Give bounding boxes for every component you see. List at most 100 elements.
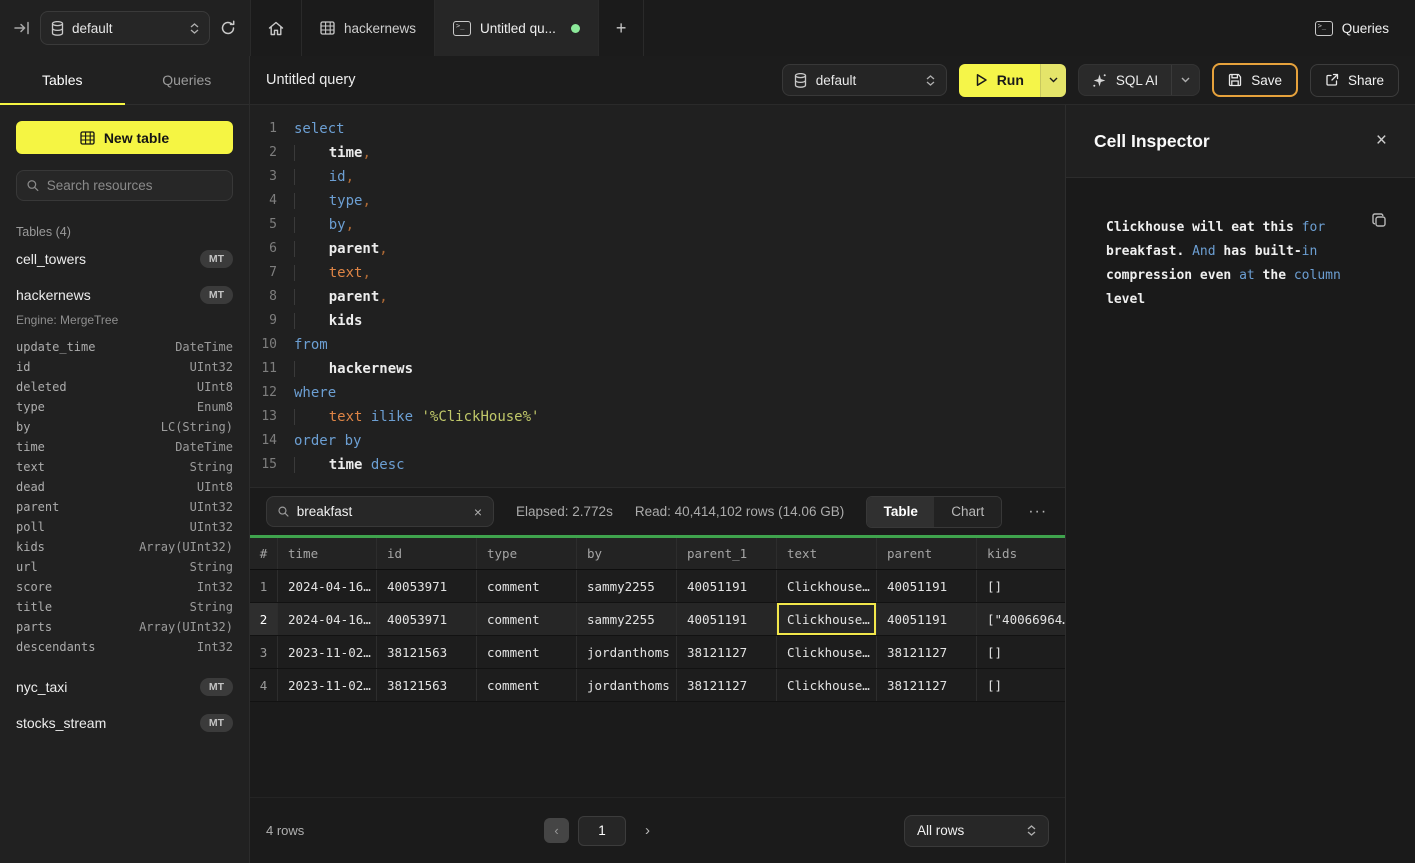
table-cell[interactable]: 40053971 (377, 603, 477, 635)
sidebar-tab-tables[interactable]: Tables (0, 56, 125, 105)
column-header[interactable]: by (577, 538, 677, 569)
line-number: 2 (250, 141, 294, 165)
page-size-selector[interactable]: All rows (904, 815, 1049, 847)
prev-page-icon[interactable]: ‹ (544, 818, 569, 843)
column-row: byLC(String) (16, 417, 233, 437)
column-header[interactable]: # (250, 538, 278, 569)
table-cell[interactable]: Clickhouse… (777, 603, 877, 635)
column-header[interactable]: kids (977, 538, 1065, 569)
column-row: scoreInt32 (16, 577, 233, 597)
sidebar-search[interactable] (16, 170, 233, 201)
more-options-icon[interactable]: ··· (1024, 503, 1051, 521)
refresh-icon[interactable] (220, 20, 236, 36)
table-cell[interactable]: [] (977, 669, 1065, 701)
column-header[interactable]: time (278, 538, 377, 569)
table-cell[interactable]: [] (977, 636, 1065, 668)
column-header[interactable]: type (477, 538, 577, 569)
table-cell[interactable]: 38121563 (377, 669, 477, 701)
table-cell[interactable]: 38121127 (877, 636, 977, 668)
new-tab-button[interactable]: + (599, 0, 645, 56)
table-cell[interactable]: comment (477, 570, 577, 602)
table-cell[interactable]: 40051191 (677, 603, 777, 635)
next-page-icon[interactable]: › (645, 822, 650, 839)
table-cell[interactable]: 38121127 (677, 636, 777, 668)
tab-untitled-query[interactable]: Untitled qu... (435, 0, 599, 56)
row-number[interactable]: 1 (250, 570, 278, 602)
code-text: hackernews (294, 357, 413, 381)
column-name: text (16, 460, 45, 474)
column-name: type (16, 400, 45, 414)
save-button[interactable]: Save (1212, 63, 1298, 97)
table-cell[interactable]: Clickhouse… (777, 570, 877, 602)
sidebar-table-item[interactable]: hackernewsMT (16, 278, 233, 311)
table-cell[interactable]: comment (477, 603, 577, 635)
column-header[interactable]: parent (877, 538, 977, 569)
run-button[interactable]: Run (959, 64, 1040, 97)
table-cell[interactable]: comment (477, 636, 577, 668)
table-cell[interactable]: 40051191 (677, 570, 777, 602)
sidebar-table-item[interactable]: cell_towersMT (16, 242, 233, 275)
table-cell[interactable]: sammy2255 (577, 570, 677, 602)
tab-home[interactable] (250, 0, 302, 56)
line-number: 8 (250, 285, 294, 309)
table-cell[interactable]: jordanthoms (577, 669, 677, 701)
sidebar-search-input[interactable] (47, 178, 222, 193)
table-cell[interactable]: ["40066964… (977, 603, 1065, 635)
table-cell[interactable]: 2024-04-16… (278, 603, 377, 635)
tab-hackernews[interactable]: hackernews (302, 0, 435, 56)
table-cell[interactable]: 38121127 (677, 669, 777, 701)
sql-ai-button[interactable]: SQL AI (1079, 73, 1171, 88)
column-header[interactable]: text (777, 538, 877, 569)
table-cell[interactable]: 2023-11-02… (278, 636, 377, 668)
sql-editor[interactable]: 1select2 time,3 id,4 type,5 by,6 parent,… (250, 105, 1065, 488)
new-table-button[interactable]: New table (16, 121, 233, 154)
copy-icon[interactable] (1371, 212, 1387, 228)
table-cell[interactable]: 40051191 (877, 603, 977, 635)
plus-icon: + (616, 18, 627, 39)
row-number[interactable]: 3 (250, 636, 278, 668)
column-header[interactable]: id (377, 538, 477, 569)
queries-button[interactable]: Queries (1289, 0, 1415, 56)
sidebar-table-item[interactable]: stocks_streamMT (16, 706, 233, 739)
sidebar-tab-queries[interactable]: Queries (125, 56, 250, 105)
run-options-button[interactable] (1040, 64, 1066, 97)
table-cell[interactable]: 38121563 (377, 636, 477, 668)
editor-line: 6 parent, (250, 237, 1065, 261)
code-text: where (294, 381, 336, 405)
column-header[interactable]: parent_1 (677, 538, 777, 569)
line-number: 3 (250, 165, 294, 189)
clear-search-icon[interactable]: × (474, 504, 482, 520)
view-tab-chart[interactable]: Chart (934, 497, 1001, 527)
table-cell[interactable]: sammy2255 (577, 603, 677, 635)
table-cell[interactable]: 40053971 (377, 570, 477, 602)
table-cell[interactable]: Clickhouse… (777, 636, 877, 668)
results-search[interactable]: × (266, 496, 494, 527)
column-row: kidsArray(UInt32) (16, 537, 233, 557)
table-cell[interactable]: [] (977, 570, 1065, 602)
page-number-input[interactable]: 1 (578, 816, 626, 846)
sql-ai-options-button[interactable] (1171, 65, 1199, 95)
table-cell[interactable]: 40051191 (877, 570, 977, 602)
table-cell[interactable]: Clickhouse… (777, 669, 877, 701)
table-cell[interactable]: 2023-11-02… (278, 669, 377, 701)
home-icon (268, 21, 284, 36)
indent-guide (294, 313, 329, 329)
results-search-input[interactable] (297, 504, 466, 519)
save-label: Save (1251, 73, 1282, 88)
close-icon[interactable]: × (1376, 130, 1387, 152)
database-selector[interactable]: default (40, 11, 210, 45)
sidebar-table-item[interactable]: nyc_taxiMT (16, 670, 233, 703)
table-cell[interactable]: 2024-04-16… (278, 570, 377, 602)
sql-ai-button-group: SQL AI (1078, 64, 1200, 96)
table-cell[interactable]: jordanthoms (577, 636, 677, 668)
row-number[interactable]: 2 (250, 603, 278, 635)
table-cell[interactable]: comment (477, 669, 577, 701)
table-cell[interactable]: 38121127 (877, 669, 977, 701)
query-database-selector[interactable]: default (782, 64, 947, 96)
column-name: score (16, 580, 52, 594)
view-tab-table[interactable]: Table (867, 497, 934, 527)
share-icon (1325, 73, 1339, 87)
collapse-sidebar-icon[interactable] (14, 21, 30, 35)
share-button[interactable]: Share (1310, 64, 1399, 97)
row-number[interactable]: 4 (250, 669, 278, 701)
